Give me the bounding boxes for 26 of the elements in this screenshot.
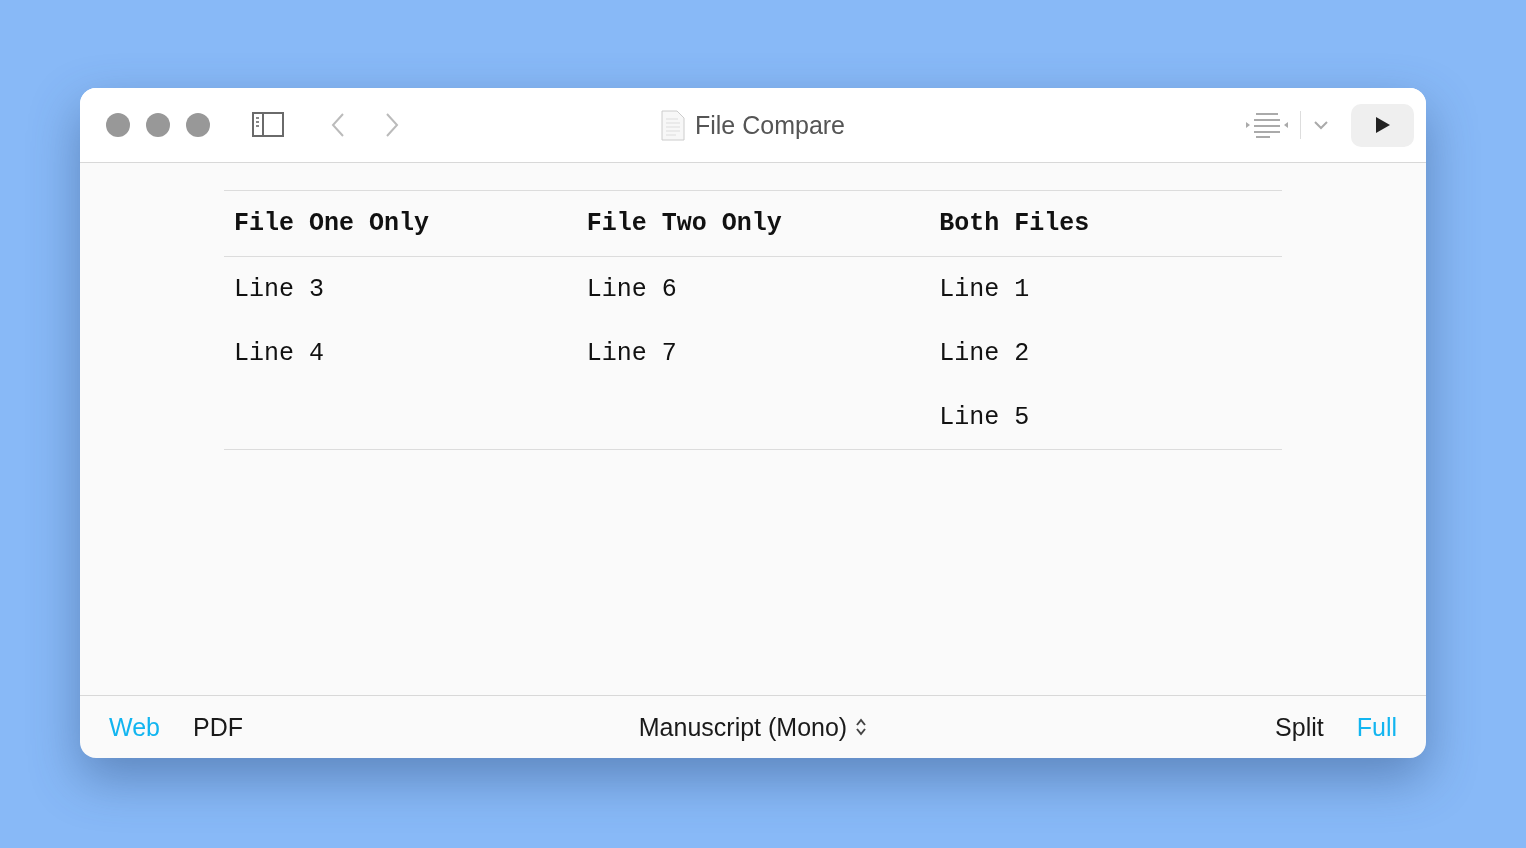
table-cell-text: Line 4: [233, 337, 325, 370]
table-cell-text: Line 7: [585, 337, 678, 370]
column-header: File Two Only: [576, 190, 930, 257]
close-button[interactable]: [106, 113, 130, 137]
column-header: File One Only: [224, 190, 577, 257]
minimize-button[interactable]: [146, 113, 170, 137]
document-icon: [660, 109, 685, 141]
zoom-button[interactable]: [186, 113, 210, 137]
up-down-chevron-icon: [855, 717, 868, 737]
table-cell: Line 3: [224, 256, 577, 321]
table-cell-text: Line 2: [938, 337, 1031, 370]
back-icon[interactable]: [330, 112, 346, 138]
table-cell: Line 5: [929, 385, 1282, 450]
column-header: Both Files: [929, 190, 1282, 257]
table-cell: Line 1: [929, 256, 1282, 321]
sidebar-toggle-icon[interactable]: [252, 112, 284, 138]
forward-icon[interactable]: [384, 112, 400, 138]
table-cell: Line 6: [576, 256, 930, 321]
mode-option[interactable]: Split: [1275, 712, 1324, 742]
chevron-down-icon[interactable]: [1313, 120, 1329, 130]
play-icon: [1374, 116, 1391, 134]
play-button[interactable]: [1351, 103, 1414, 147]
window-title: File Compare: [694, 110, 846, 140]
style-select[interactable]: Manuscript (Mono): [638, 712, 868, 742]
format-option[interactable]: PDF: [192, 712, 243, 742]
text-width-icon[interactable]: [1246, 112, 1288, 138]
